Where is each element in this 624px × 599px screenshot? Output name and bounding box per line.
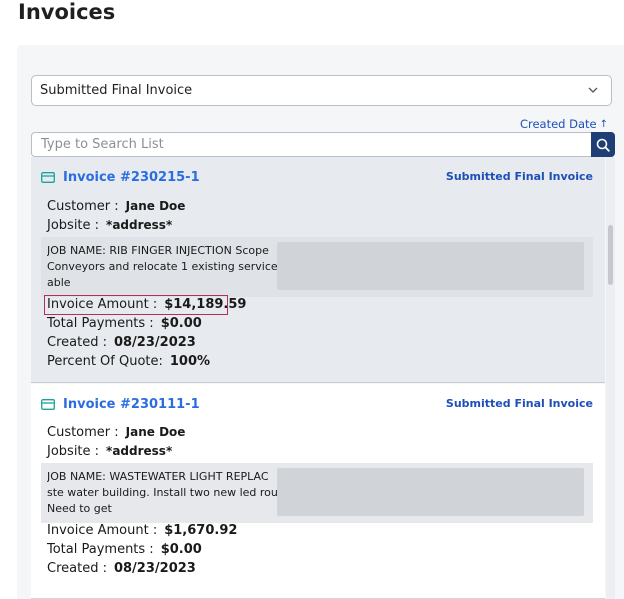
percent-of-quote-label: Percent Of Quote:: [47, 354, 163, 369]
invoice-list: Invoice #230215-1 Submitted Final Invoic…: [31, 157, 605, 599]
job-description-line: JOB NAME: WASTEWATER LIGHT REPLAC: [47, 470, 269, 483]
jobsite-label: Jobsite :: [47, 218, 100, 233]
job-description-line: Need to get: [47, 502, 112, 515]
customer-row: Customer : Jane Doe: [47, 199, 185, 214]
credit-card-icon: [41, 399, 55, 410]
customer-value: Jane Doe: [125, 199, 186, 213]
jobsite-row: Jobsite : *address*: [47, 218, 172, 233]
total-payments-row: Total Payments : $0.00: [47, 316, 202, 331]
invoice-amount-value: $14,189.59: [164, 297, 247, 312]
job-description-line: Conveyors and relocate 1 existing servic…: [47, 260, 278, 273]
search-button[interactable]: [591, 132, 615, 157]
percent-of-quote-row: Percent Of Quote: 100%: [47, 354, 210, 369]
total-payments-label: Total Payments :: [47, 316, 154, 331]
customer-label: Customer :: [47, 199, 119, 214]
total-payments-value: $0.00: [160, 316, 202, 331]
invoice-card[interactable]: Invoice #230111-1 Submitted Final Invoic…: [31, 384, 605, 599]
total-payments-value: $0.00: [160, 542, 202, 557]
page-title: Invoices: [18, 0, 116, 24]
job-description-line: able: [47, 276, 71, 289]
redacted-block: [277, 468, 584, 516]
jobsite-row: Jobsite : *address*: [47, 444, 172, 459]
total-payments-row: Total Payments : $0.00: [47, 542, 202, 557]
created-row: Created : 08/23/2023: [47, 561, 196, 576]
sort-label: Created Date: [519, 117, 597, 131]
invoice-amount-value: $1,670.92: [164, 523, 238, 538]
jobsite-value: *address*: [106, 218, 173, 232]
percent-of-quote-value: 100%: [169, 354, 211, 369]
job-description: JOB NAME: WASTEWATER LIGHT REPLAC ste wa…: [41, 463, 593, 523]
invoice-amount-row: Invoice Amount : $1,670.92: [47, 523, 237, 538]
list-scrollbar[interactable]: [606, 157, 615, 599]
scrollbar-thumb[interactable]: [608, 225, 613, 285]
redacted-block: [277, 242, 584, 290]
jobsite-value: *address*: [106, 444, 173, 458]
search-bar: [31, 132, 615, 157]
status-filter-select[interactable]: Submitted Final Invoice: [31, 75, 612, 106]
created-value: 08/23/2023: [113, 561, 196, 576]
invoice-amount-label: Invoice Amount :: [47, 297, 158, 312]
sort-created-date-button[interactable]: Created Date ↑: [520, 117, 608, 131]
job-description: JOB NAME: RIB FINGER INJECTION Scope Con…: [41, 237, 593, 297]
invoice-panel: Submitted Final Invoice Created Date ↑ I…: [17, 45, 624, 599]
customer-value: Jane Doe: [125, 425, 186, 439]
status-filter-value: Submitted Final Invoice: [40, 83, 193, 98]
invoice-card-header: Invoice #230215-1: [41, 170, 200, 185]
customer-label: Customer :: [47, 425, 119, 440]
created-label: Created :: [47, 561, 107, 576]
created-value: 08/23/2023: [113, 335, 196, 350]
invoice-number-link[interactable]: Invoice #230111-1: [63, 397, 200, 412]
credit-card-icon: [41, 172, 55, 183]
created-row: Created : 08/23/2023: [47, 335, 196, 350]
chevron-down-icon: [588, 87, 598, 93]
search-input[interactable]: [31, 132, 592, 157]
job-description-line: JOB NAME: RIB FINGER INJECTION Scope: [47, 244, 269, 257]
created-label: Created :: [47, 335, 107, 350]
invoice-card-header: Invoice #230111-1: [41, 397, 200, 412]
invoice-amount-row: Invoice Amount : $14,189.59: [47, 297, 246, 312]
invoice-amount-label: Invoice Amount :: [47, 523, 158, 538]
job-description-line: ste water building. Install two new led …: [47, 486, 278, 499]
invoice-number-link[interactable]: Invoice #230215-1: [63, 170, 200, 185]
customer-row: Customer : Jane Doe: [47, 425, 185, 440]
status-badge: Submitted Final Invoice: [445, 397, 593, 410]
invoice-card[interactable]: Invoice #230215-1 Submitted Final Invoic…: [31, 157, 605, 383]
status-badge: Submitted Final Invoice: [445, 170, 593, 183]
search-icon: [596, 138, 610, 152]
total-payments-label: Total Payments :: [47, 542, 154, 557]
arrow-up-icon: ↑: [599, 118, 608, 130]
jobsite-label: Jobsite :: [47, 444, 100, 459]
